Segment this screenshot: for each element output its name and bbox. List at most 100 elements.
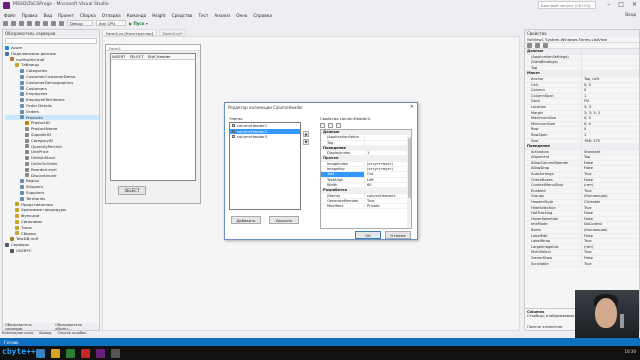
menu-item[interactable]: Тест (199, 13, 209, 18)
property-value[interactable] (581, 60, 639, 65)
property-value[interactable] (364, 135, 411, 140)
move-up-button[interactable]: ▲ (303, 131, 309, 137)
menu-item[interactable]: Файл (4, 13, 16, 18)
column-header[interactable]: StdCHeader (148, 54, 171, 59)
tree-item[interactable]: USERPC (5, 248, 99, 254)
panel-tab[interactable]: Обозреватель серверов (5, 323, 49, 331)
menu-item[interactable]: Справка (253, 13, 271, 18)
property-value[interactable]: True (364, 198, 411, 204)
list-view[interactable]: INSERT SELECT StdCHeader (110, 53, 196, 181)
menu-item[interactable]: Hsight (152, 13, 165, 18)
dialog-close-icon[interactable]: ✕ (410, 104, 414, 110)
save-icon[interactable] (35, 20, 40, 26)
minimize-icon[interactable]: – (607, 1, 610, 8)
redo-icon[interactable] (59, 20, 64, 26)
categorized-icon[interactable] (320, 122, 325, 128)
property-value[interactable]: True (581, 188, 639, 194)
property-value[interactable]: True (581, 239, 639, 244)
save-all-icon[interactable] (43, 20, 48, 26)
forward-icon[interactable] (11, 20, 16, 26)
property-value[interactable]: True (581, 205, 639, 211)
property-row[interactable]: Scrollable True (525, 261, 639, 268)
property-value[interactable]: False (581, 160, 639, 166)
configuration-select[interactable]: Debug (67, 20, 93, 26)
start-button[interactable]: ▶ Пуск ▾ (129, 21, 148, 26)
members-list[interactable]: columnHeader1 columnHeader2 columnHeader3 (229, 122, 301, 210)
close-icon[interactable]: ✕ (632, 1, 637, 8)
property-value[interactable]: 1 (581, 93, 639, 99)
select-button[interactable]: SELECT (118, 186, 146, 195)
property-value[interactable]: 60 (364, 182, 411, 188)
add-button[interactable]: Добавить (231, 216, 261, 224)
menu-item[interactable]: Анализ (214, 13, 230, 18)
ok-button[interactable]: ОК (355, 231, 381, 239)
property-value[interactable]: 0; 0 (581, 121, 639, 127)
property-value[interactable]: False (581, 216, 639, 222)
property-row[interactable]: Modifiers Private (321, 204, 411, 210)
platform-select[interactable]: Any CPU (96, 20, 126, 26)
property-value[interactable]: (Коллекция) (581, 228, 639, 233)
undo-icon[interactable] (51, 20, 56, 26)
property-value[interactable]: 0 (581, 127, 639, 132)
toolbox-tab[interactable]: Панели элементов (527, 325, 562, 329)
output-tab[interactable]: Командное окно (2, 331, 33, 335)
property-value[interactable]: Left (364, 177, 411, 182)
sign-in-link[interactable]: Вход (625, 12, 636, 17)
menu-item[interactable]: Вид (44, 13, 53, 18)
property-pages-icon[interactable] (336, 122, 341, 128)
property-value[interactable]: False (581, 177, 639, 183)
property-value[interactable]: 3; 3 (581, 104, 639, 110)
open-icon[interactable] (27, 20, 32, 26)
property-value[interactable]: 0 (581, 88, 639, 93)
folder-app-icon[interactable] (51, 348, 60, 358)
menu-item[interactable]: Правка (22, 13, 38, 18)
property-value[interactable]: Standard (581, 149, 639, 155)
property-value[interactable]: False (581, 233, 639, 239)
maximize-icon[interactable]: □ (618, 1, 624, 8)
menu-item[interactable]: Окно (236, 13, 247, 18)
property-value[interactable]: True (581, 261, 639, 267)
column-header[interactable]: SELECT (129, 54, 143, 59)
properties-grid[interactable]: Данные (ApplicationSettings) (DataBindings… (525, 49, 639, 268)
property-value[interactable]: True (581, 172, 639, 177)
property-value[interactable]: True (581, 250, 639, 255)
property-value[interactable]: 0; 0 (581, 82, 639, 88)
property-value[interactable]: Private (364, 204, 411, 209)
document-tab[interactable]: Form1.cs [Конструктор] (102, 29, 158, 36)
new-project-icon[interactable] (19, 20, 24, 26)
output-tab[interactable]: Список ошибок (57, 331, 86, 335)
app-icon[interactable] (81, 348, 90, 358)
menu-item[interactable]: Проект (58, 13, 74, 18)
menu-item[interactable]: Команда (127, 13, 146, 18)
property-value[interactable] (364, 140, 411, 145)
property-value[interactable]: 0; 0 (581, 116, 639, 121)
categorized-icon[interactable] (527, 43, 532, 48)
property-value[interactable]: (Коллекция) (581, 194, 639, 200)
property-value[interactable]: Out (364, 172, 411, 177)
property-value[interactable]: 1 (581, 132, 639, 138)
property-value[interactable]: Top (581, 155, 639, 160)
column-property-grid[interactable]: Данные (ApplicationSettin Tag Поведение Disp… (320, 129, 412, 229)
server-explorer-search-input[interactable] (5, 38, 97, 44)
events-icon[interactable] (543, 43, 548, 48)
alphabetical-icon[interactable] (328, 122, 333, 128)
menu-item[interactable]: Отладка (102, 13, 121, 18)
property-value[interactable]: (отсутствует) (364, 167, 411, 172)
cancel-button[interactable]: Отмена (385, 231, 411, 239)
explorer-app-icon[interactable] (36, 348, 45, 358)
move-down-button[interactable]: ▼ (303, 139, 309, 145)
property-value[interactable]: 786; 375 (581, 138, 639, 144)
property-value[interactable]: 3; 3; 3; 3 (581, 110, 639, 116)
app-icon[interactable] (111, 348, 120, 358)
document-tab[interactable]: Form1.cs* (159, 29, 187, 36)
property-value[interactable] (581, 65, 639, 71)
app-icon[interactable] (66, 348, 75, 358)
quick-launch-input[interactable]: Быстрый запуск (Ctrl+Q) (538, 1, 596, 9)
property-value[interactable]: columnHeader2 (364, 193, 411, 198)
remove-button[interactable]: Удалить (269, 216, 299, 224)
back-icon[interactable] (3, 20, 8, 26)
property-grid-scrollbar[interactable] (407, 130, 411, 228)
visual-studio-app-icon[interactable] (96, 348, 105, 358)
property-value[interactable]: Top, Left (581, 76, 639, 82)
alphabetical-icon[interactable] (535, 43, 540, 48)
